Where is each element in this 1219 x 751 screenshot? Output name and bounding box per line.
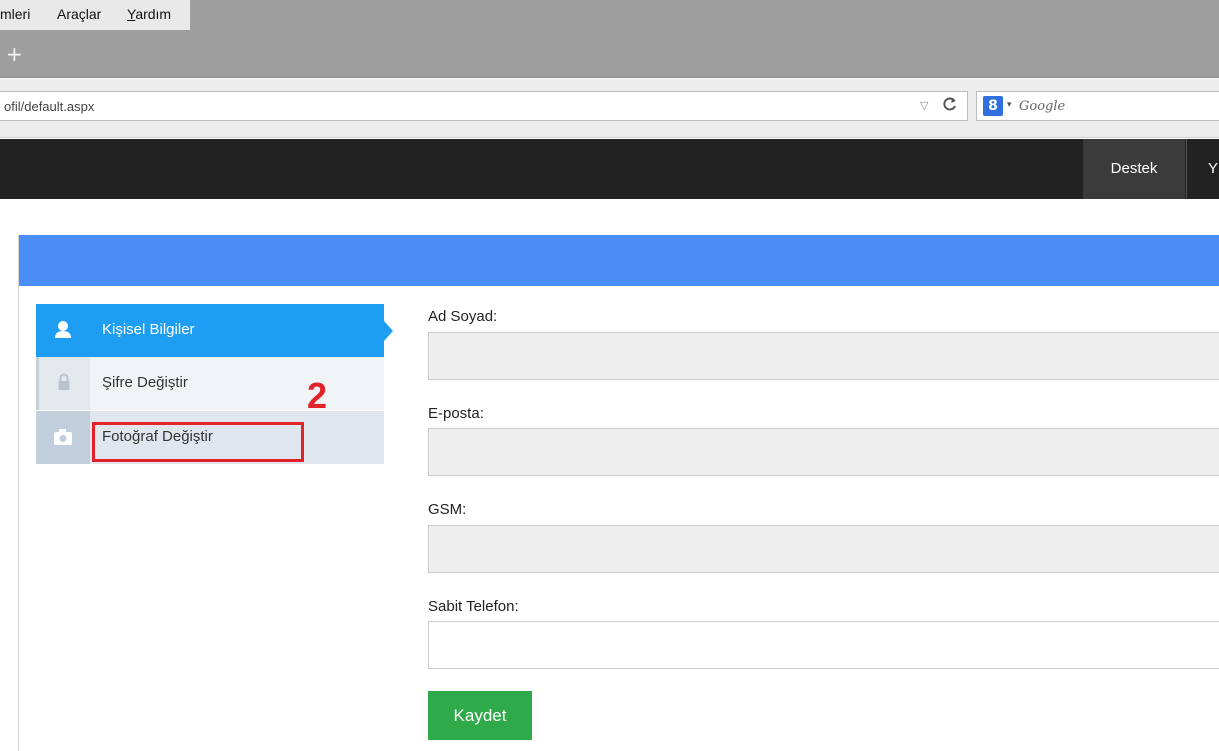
menu-item-bookmarks[interactable]: mleri: [0, 6, 30, 22]
gsm-field[interactable]: [428, 525, 1219, 573]
sidebar-item-label: Şifre Değiştir: [102, 374, 188, 391]
active-indicator-arrow: [384, 321, 393, 341]
panel-header: [19, 235, 1219, 286]
gsm-label: GSM:: [428, 501, 467, 518]
search-bar[interactable]: 8 ▾ Google: [976, 91, 1219, 121]
search-engine-dropdown-icon[interactable]: ▾: [1007, 100, 1012, 110]
reload-icon[interactable]: [942, 96, 958, 116]
user-icon: [36, 304, 90, 357]
save-button[interactable]: Kaydet: [428, 691, 532, 740]
title-bar: [190, 0, 1219, 30]
reload-icon-svg: [943, 97, 956, 111]
browser-nav-bar: ofil/default.aspx ▽ 8 ▾ Google: [0, 79, 1219, 138]
browser-menu-bar: mleri Araçlar Yardım: [0, 0, 190, 30]
tab-strip: +: [0, 30, 1219, 78]
email-label: E-posta:: [428, 405, 484, 422]
site-header: Destek Y: [0, 139, 1219, 199]
nav-item-destek[interactable]: Destek: [1083, 139, 1185, 199]
url-bar[interactable]: ofil/default.aspx ▽: [0, 91, 968, 121]
google-icon[interactable]: 8: [983, 96, 1003, 116]
email-field[interactable]: [428, 428, 1219, 476]
landline-field[interactable]: [428, 621, 1219, 669]
sidebar-item-label: Kişisel Bilgiler: [102, 321, 195, 338]
name-label: Ad Soyad:: [428, 308, 498, 325]
menu-item-help[interactable]: Yardım: [127, 6, 171, 22]
name-field[interactable]: [428, 332, 1219, 380]
landline-label: Sabit Telefon:: [428, 598, 519, 615]
url-history-dropdown-icon[interactable]: ▽: [920, 99, 928, 112]
menu-item-tools[interactable]: Araçlar: [57, 6, 101, 22]
search-input[interactable]: Google: [1019, 99, 1065, 114]
profile-panel: Kişisel Bilgiler Şifre Değiştir Fotoğraf…: [18, 235, 1219, 751]
annotation-highlight-box: [92, 422, 304, 462]
nav-item-next[interactable]: Y: [1186, 139, 1219, 199]
annotation-step-number: 2: [307, 375, 328, 416]
sidebar-item-change-password[interactable]: Şifre Değiştir: [36, 357, 384, 410]
new-tab-button[interactable]: +: [6, 44, 23, 64]
lock-icon: [36, 357, 90, 410]
camera-icon: [36, 411, 90, 464]
url-text[interactable]: ofil/default.aspx: [4, 99, 94, 114]
sidebar-item-personal-info[interactable]: Kişisel Bilgiler: [36, 304, 393, 357]
